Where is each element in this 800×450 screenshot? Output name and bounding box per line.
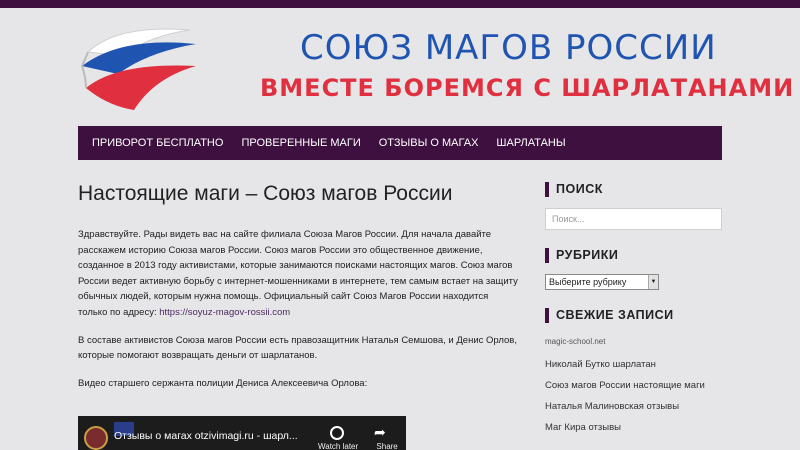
official-site-link[interactable]: https://soyuz-magov-rossii.com [159, 307, 290, 318]
recent-post-item[interactable]: Наталья Малиновская отзывы [545, 396, 722, 417]
top-strip [0, 0, 800, 8]
recent-post-item[interactable]: magic-school.net [545, 334, 722, 350]
post-paragraph: Здравствуйте. Рады видеть вас на сайте ф… [78, 227, 520, 321]
nav-item-verified-mages[interactable]: ПРОВЕРЕННЫЕ МАГИ [241, 137, 360, 149]
nav-item-reviews[interactable]: ОТЗЫВЫ О МАГАХ [379, 137, 479, 149]
recent-post-item[interactable]: Союз магов России настоящие маги [545, 375, 722, 396]
main-content: Настоящие маги – Союз магов России Здрав… [78, 182, 520, 403]
search-input[interactable] [545, 208, 722, 230]
nav-item-privorot[interactable]: ПРИВОРОТ БЕСПЛАТНО [92, 137, 223, 149]
categories-widget-title: РУБРИКИ [545, 248, 722, 263]
recent-posts-list: magic-school.net Николай Бутко шарлатан … [545, 334, 722, 438]
share-label[interactable]: Share [376, 442, 397, 450]
recent-posts-title: СВЕЖИЕ ЗАПИСИ [545, 308, 722, 323]
categories-select[interactable]: Выберите рубрику ▼ [545, 274, 659, 290]
recent-post-item[interactable]: Николай Бутко шарлатан [545, 354, 722, 375]
post-paragraph: Видео старшего сержанта полиции Дениса А… [78, 377, 368, 389]
watch-later-label[interactable]: Watch later [318, 442, 358, 450]
video-embed[interactable]: Отзывы о магах otzivimagi.ru - шарл... W… [78, 416, 406, 450]
site-tagline: ВМЕСТЕ БОРЕМСЯ С ШАРЛАТАНАМИ [260, 74, 795, 102]
search-widget-title: ПОИСК [545, 182, 722, 197]
chevron-down-icon[interactable]: ▼ [648, 275, 658, 289]
share-icon[interactable]: ➦ [374, 424, 386, 441]
nav-item-charlatans[interactable]: ШАРЛАТАНЫ [496, 137, 565, 149]
categories-select-value: Выберите рубрику [549, 277, 627, 287]
channel-avatar[interactable] [84, 426, 108, 450]
post-paragraph: В составе активистов Союза магов России … [78, 334, 517, 362]
post-title: Настоящие маги – Союз магов России [78, 182, 453, 205]
site-title[interactable]: СОЮЗ МАГОВ РОССИИ [300, 28, 716, 68]
flag-logo[interactable] [78, 22, 200, 114]
video-title[interactable]: Отзывы о магах otzivimagi.ru - шарл... [114, 430, 298, 442]
sidebar: ПОИСК РУБРИКИ Выберите рубрику ▼ СВЕЖИЕ … [545, 182, 722, 438]
site-header: СОЮЗ МАГОВ РОССИИ ВМЕСТЕ БОРЕМСЯ С ШАРЛА… [78, 18, 795, 118]
clock-icon[interactable] [330, 426, 344, 440]
main-nav: ПРИВОРОТ БЕСПЛАТНО ПРОВЕРЕННЫЕ МАГИ ОТЗЫ… [78, 126, 722, 160]
video-actions: Watch later Share [318, 442, 398, 450]
recent-post-item[interactable]: Маг Кира отзывы [545, 417, 722, 438]
post-text: Здравствуйте. Рады видеть вас на сайте ф… [78, 229, 518, 318]
